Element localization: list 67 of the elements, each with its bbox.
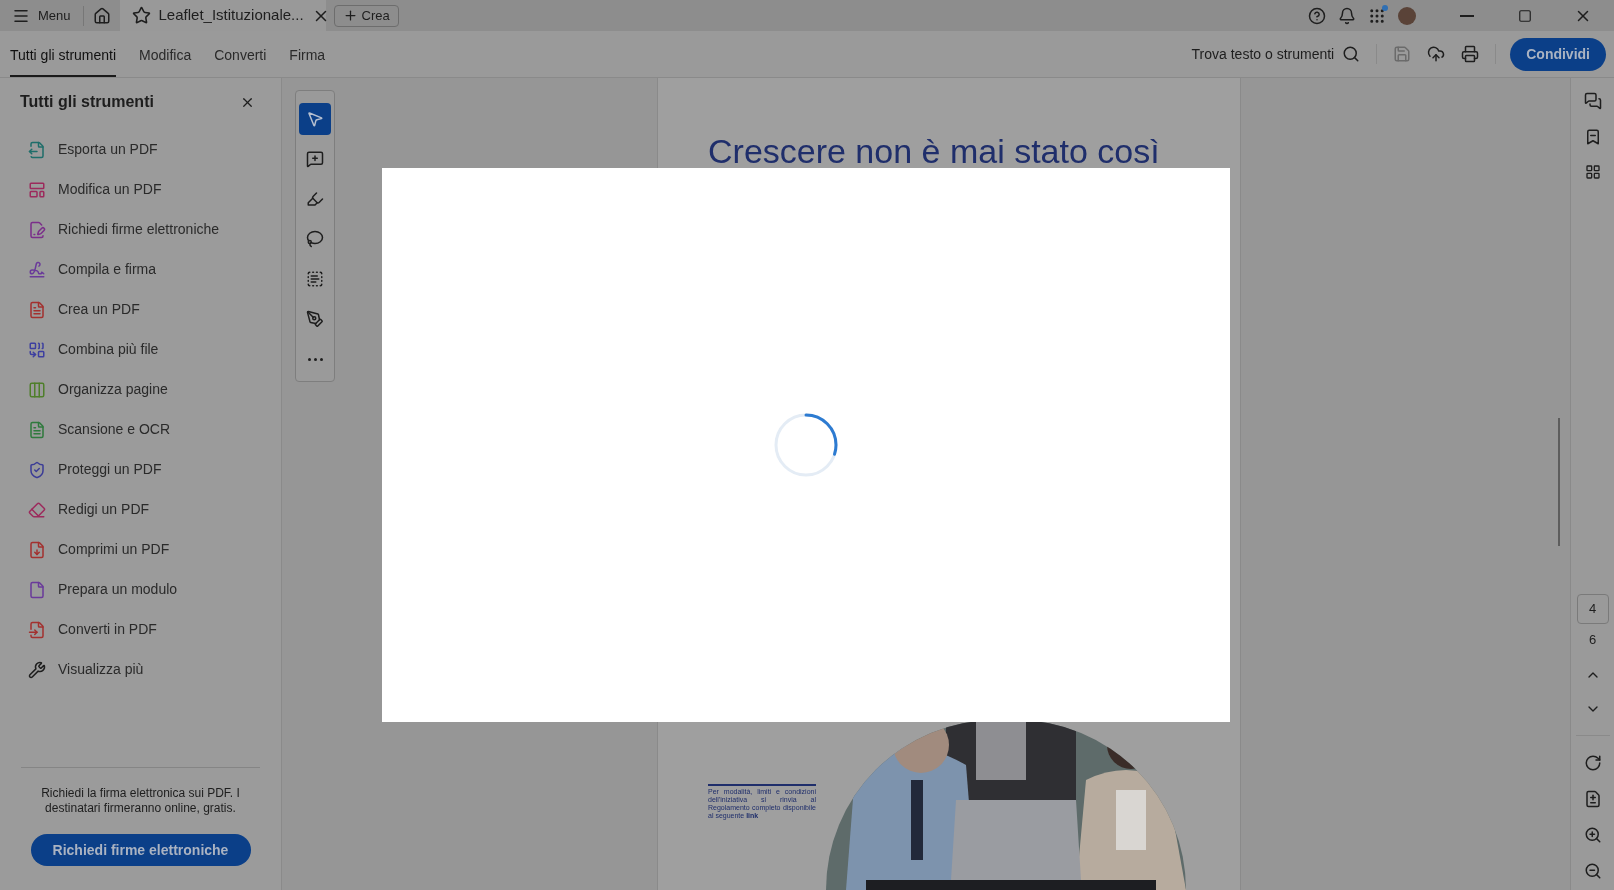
loading-spinner	[773, 412, 839, 478]
page-heading: Crescere non è mai stato così	[707, 131, 1161, 172]
tool-item[interactable]: Prepara un modulo	[28, 578, 281, 601]
cloud-upload-icon	[1427, 45, 1446, 63]
square-icon	[1518, 8, 1532, 23]
comment-add-icon	[306, 150, 324, 168]
print-button[interactable]	[1461, 45, 1480, 63]
home-icon	[92, 6, 111, 25]
tab[interactable]: Modifica	[139, 31, 192, 77]
create-button[interactable]: Crea	[333, 4, 399, 27]
tool-item[interactable]: Visualizza più	[28, 658, 281, 681]
menu-button[interactable]: Menu	[0, 0, 83, 31]
zoom-out-button[interactable]	[1583, 862, 1602, 880]
tab-title: Leaflet_Istituzionale...	[158, 5, 304, 26]
rotate-button[interactable]	[1583, 754, 1602, 772]
tool-item[interactable]: Modifica un PDF	[28, 178, 281, 201]
notifications-button[interactable]	[1338, 6, 1356, 25]
more-icon	[307, 357, 323, 361]
tool-item[interactable]: Proteggi un PDF	[28, 458, 281, 481]
page-tools-button[interactable]	[1583, 790, 1602, 808]
tool-item[interactable]: Crea un PDF	[28, 298, 281, 321]
avatar[interactable]	[1398, 6, 1416, 25]
grid-icon	[1584, 164, 1601, 180]
tool-item[interactable]: Combina più file	[28, 338, 281, 361]
tool-item[interactable]: Richiedi firme elettroniche	[28, 218, 281, 241]
pen-icon	[306, 310, 324, 328]
search-button[interactable]: Trova testo o strumenti	[1191, 43, 1361, 65]
plus-icon	[342, 8, 358, 23]
star-icon	[131, 6, 151, 25]
zoom-in-button[interactable]	[1583, 826, 1602, 844]
text-select-icon	[306, 270, 324, 288]
tab[interactable]: Converti	[214, 31, 267, 77]
search-icon	[1342, 45, 1361, 63]
minimize-icon	[1460, 14, 1474, 17]
promo-text: Richiedi la firma elettronica sui PDF. I destinatari firmeranno online, gratis.	[40, 786, 241, 816]
share-button[interactable]: Condividi	[1510, 37, 1606, 71]
tool-item[interactable]: Compila e firma	[28, 258, 281, 281]
apps-button[interactable]	[1368, 6, 1386, 25]
tool-item[interactable]: Scansione e OCR	[28, 418, 281, 441]
tool-item[interactable]: Esporta un PDF	[28, 138, 281, 161]
page-total: 6	[1588, 630, 1597, 649]
help-button[interactable]	[1308, 6, 1326, 25]
printer-icon	[1461, 45, 1480, 63]
lasso-icon	[306, 230, 324, 248]
highlighter-icon	[306, 190, 324, 208]
tool-item[interactable]: Redigi un PDF	[28, 498, 281, 521]
rotate-arrow-icon	[1583, 754, 1602, 772]
tab[interactable]: Firma	[289, 31, 326, 77]
speech-bubbles-icon	[1583, 92, 1602, 110]
thumbnails-button[interactable]	[1584, 164, 1601, 180]
comments-button[interactable]	[1583, 92, 1602, 110]
bell-icon	[1338, 6, 1356, 25]
panel-title: Tutti gli strumenti	[20, 92, 154, 112]
help-icon	[1308, 6, 1326, 25]
tool-item[interactable]: Comprimi un PDF	[28, 538, 281, 561]
document-icon	[1583, 790, 1602, 808]
dot-grid-icon	[1368, 6, 1386, 25]
zoom-in-icon	[1583, 826, 1602, 844]
zoom-out-icon	[1583, 862, 1602, 880]
request-signatures-button[interactable]: Richiedi firme elettroniche	[30, 834, 251, 866]
pointer-tool[interactable]	[299, 103, 331, 135]
tool-item[interactable]: Organizza pagine	[28, 378, 281, 401]
page-number-field[interactable]: 4	[1576, 593, 1609, 624]
tool-item[interactable]: Converti in PDF	[28, 618, 281, 641]
document-tab[interactable]: Leaflet_Istituzionale...	[119, 0, 326, 31]
upload-button[interactable]	[1427, 45, 1446, 63]
pointer-icon	[306, 110, 324, 128]
